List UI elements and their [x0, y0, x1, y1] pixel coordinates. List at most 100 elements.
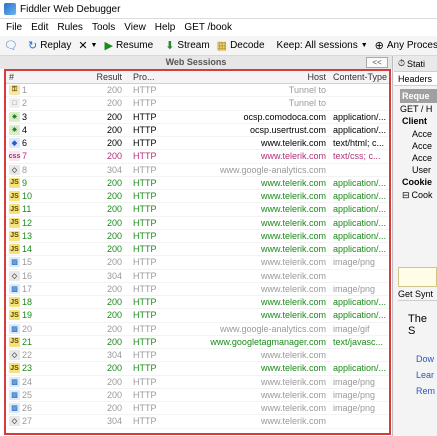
cell-content-type: text/javasc... [333, 336, 384, 347]
fiddler-logo-icon [4, 3, 16, 15]
table-row[interactable]: JS 13 200 HTTP www.telerik.com application/..… [6, 230, 389, 243]
download-link[interactable]: Dow [416, 351, 437, 367]
table-row[interactable]: JS 12 200 HTTP www.telerik.com application/..… [6, 217, 389, 230]
session-number: 14 [22, 244, 33, 255]
cell-protocol: HTTP [133, 416, 157, 427]
inspector-pane: ⏱ Stati Headers Reque GET / H Client Acc… [394, 56, 437, 436]
learn-link[interactable]: Lear [416, 367, 437, 383]
remove-link[interactable]: Rem [416, 383, 437, 399]
menu-view[interactable]: View [124, 22, 146, 33]
tab-statistics[interactable]: ⏱ Stati [394, 56, 437, 72]
table-row[interactable]: ◆ 6 200 HTTP www.telerik.com text/html; c... [6, 137, 389, 151]
cell-host: www.google-analytics.com [219, 164, 326, 175]
session-number: 12 [22, 217, 33, 228]
cell-content-type: image/gif [333, 323, 370, 334]
keep-sessions-dropdown[interactable]: Keep: All sessions ▼ [277, 40, 368, 51]
table-row[interactable]: ▨ 15 200 HTTP www.telerik.com image/png [6, 256, 389, 270]
column-header-result[interactable]: Result [94, 72, 130, 82]
table-row[interactable]: ◇ 27 304 HTTP www.telerik.com [6, 415, 389, 429]
menu-file[interactable]: File [6, 22, 22, 33]
menu-tools[interactable]: Tools [92, 22, 115, 33]
collapse-button[interactable]: << [366, 57, 388, 68]
cell-num: ▨ 26 [6, 403, 94, 414]
menu-get-book[interactable]: GET /book [184, 22, 232, 33]
table-row[interactable]: JS 18 200 HTTP www.telerik.com application/..… [6, 296, 389, 310]
table-row[interactable]: ✷ 3 200 HTTP ocsp.comodoca.com application/..… [6, 111, 389, 124]
comment-button[interactable]: 🗨 [4, 39, 21, 52]
cell-content-type: text/css; c... [333, 151, 381, 162]
column-header-content-type[interactable]: Content-Type [332, 72, 389, 82]
table-row[interactable]: JS 23 200 HTTP www.telerik.com application/..… [6, 362, 389, 376]
column-header-host[interactable]: Host [190, 72, 332, 82]
session-number: 1 [22, 85, 28, 96]
js-icon: JS [9, 177, 20, 188]
cell-protocol: HTTP [133, 270, 157, 281]
decode-button[interactable]: ▦ Decode [217, 39, 265, 52]
table-row[interactable]: JS 14 200 HTTP www.telerik.com application/..… [6, 243, 389, 257]
table-row[interactable]: ◇ 8 304 HTTP www.google-analytics.com [6, 164, 389, 177]
table-row[interactable]: ⚿ 1 200 HTTP Tunnel to [6, 84, 389, 98]
header-item: User [412, 165, 432, 175]
collapse-icon[interactable]: ⊟ [402, 190, 410, 200]
table-row[interactable]: JS 19 200 HTTP www.telerik.com application/..… [6, 309, 389, 323]
session-number: 24 [22, 376, 33, 387]
chevron-down-icon: ▼ [360, 42, 368, 49]
cell-num: ◇ 27 [6, 416, 94, 427]
cell-num: ◇ 16 [6, 270, 94, 281]
cache-icon: ◇ [9, 416, 20, 427]
client-group[interactable]: Client [402, 115, 437, 128]
image-icon: ▨ [9, 257, 20, 268]
menu-help[interactable]: Help [155, 22, 176, 33]
replay-button[interactable]: ↻ Replay [28, 39, 71, 52]
table-row[interactable]: ▨ 25 200 HTTP www.telerik.com image/png [6, 389, 389, 402]
get-syntax-tab[interactable]: Get Synt [398, 287, 437, 301]
session-number: 20 [22, 323, 33, 334]
remove-button[interactable]: ✕ ▼ [78, 39, 97, 52]
table-row[interactable]: css 7 200 HTTP www.telerik.com text/css; c... [6, 150, 389, 164]
table-row[interactable]: JS 21 200 HTTP www.googletagmanager.com text/… [6, 336, 389, 349]
table-row[interactable]: JS 11 200 HTTP www.telerik.com application/..… [6, 203, 389, 217]
column-header-num[interactable]: # [6, 72, 94, 82]
cell-result: 200 [106, 323, 122, 334]
cell-protocol: HTTP [133, 204, 157, 215]
cell-content-type: image/png [333, 257, 376, 268]
replay-icon: ↻ [27, 40, 38, 52]
any-process-button[interactable]: ⊕ Any Process [375, 39, 437, 52]
table-row[interactable]: ▨ 24 200 HTTP www.telerik.com image/png [6, 376, 389, 389]
resume-button[interactable]: ▶ Resume [104, 39, 153, 52]
menu-rules[interactable]: Rules [57, 22, 83, 33]
cell-result: 200 [106, 363, 122, 374]
cookies-group[interactable]: Cookie [402, 176, 437, 189]
cell-content-type: application/... [333, 204, 387, 215]
cell-num: JS 23 [6, 363, 94, 374]
menu-edit[interactable]: Edit [31, 22, 48, 33]
table-row[interactable]: JS 9 200 HTTP www.telerik.com application/... [6, 177, 389, 190]
inspector-spacer [394, 201, 437, 261]
session-number: 6 [22, 138, 28, 149]
session-number: 18 [22, 297, 33, 308]
table-row[interactable]: ▨ 17 200 HTTP www.telerik.com image/png [6, 283, 389, 296]
column-header-protocol[interactable]: Pro... [130, 72, 190, 82]
inspector-text-box[interactable] [398, 267, 437, 287]
session-number: 10 [22, 191, 33, 202]
cache-icon: ◇ [9, 270, 20, 281]
cell-result: 200 [106, 217, 122, 228]
cell-result: 200 [106, 244, 122, 255]
table-row[interactable]: ▨ 26 200 HTTP www.telerik.com image/png [6, 402, 389, 416]
cell-content-type: application/... [333, 363, 387, 374]
table-row[interactable]: JS 10 200 HTTP www.telerik.com application/..… [6, 190, 389, 204]
cell-result: 200 [106, 98, 122, 109]
cell-result: 200 [106, 310, 122, 321]
table-row[interactable]: ✷ 4 200 HTTP ocsp.usertrust.com application/.… [6, 124, 389, 137]
cell-protocol: HTTP [133, 389, 157, 400]
table-row[interactable]: ▨ 20 200 HTTP www.google-analytics.com image/… [6, 323, 389, 336]
table-row[interactable]: □ 2 200 HTTP Tunnel to [6, 97, 389, 111]
stream-button[interactable]: ⬇ Stream [165, 39, 209, 52]
table-row[interactable]: ◇ 16 304 HTTP www.telerik.com [6, 270, 389, 283]
js-icon: JS [9, 297, 20, 308]
table-row[interactable]: ◇ 22 304 HTTP www.telerik.com [6, 349, 389, 363]
cell-protocol: HTTP [133, 403, 157, 414]
tab-headers[interactable]: Headers [394, 72, 437, 86]
stream-icon: ⬇ [165, 40, 175, 52]
cell-host: www.telerik.com [260, 350, 326, 361]
